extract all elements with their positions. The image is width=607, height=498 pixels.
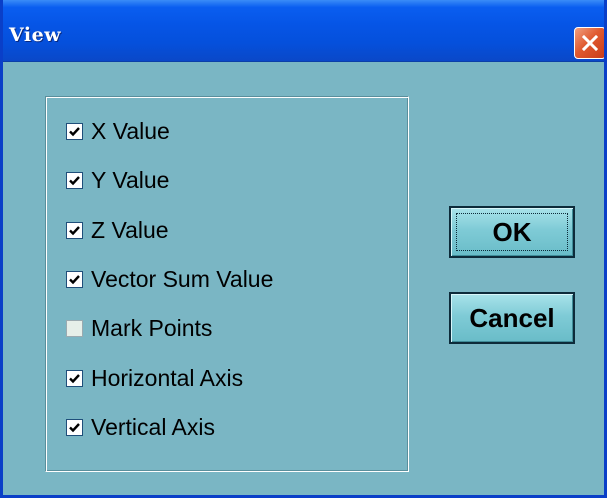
checkbox-mark-points[interactable]: Mark Points <box>66 313 212 343</box>
checkbox-horizontal-axis[interactable]: Horizontal Axis <box>66 363 243 393</box>
view-dialog: View X Value Y Value Z Value Vector Sum … <box>0 0 607 498</box>
checkbox-box[interactable] <box>66 221 83 239</box>
checkbox-x-value[interactable]: X Value <box>66 116 170 146</box>
checkbox-vertical-axis[interactable]: Vertical Axis <box>66 412 215 442</box>
checkmark-icon <box>69 422 80 432</box>
cancel-button[interactable]: Cancel <box>449 292 575 344</box>
ok-button[interactable]: OK <box>449 206 575 258</box>
checkbox-box[interactable] <box>66 171 83 189</box>
checkbox-z-value[interactable]: Z Value <box>66 215 169 245</box>
checkmark-icon <box>69 373 80 383</box>
close-button[interactable] <box>574 27 604 59</box>
checkbox-label: Y Value <box>91 166 170 193</box>
dialog-body: X Value Y Value Z Value Vector Sum Value <box>3 62 604 495</box>
title-bar[interactable]: View <box>3 0 604 62</box>
checkbox-label: Vector Sum Value <box>91 265 274 292</box>
checkbox-vector-sum-value[interactable]: Vector Sum Value <box>66 264 273 294</box>
checkbox-label: X Value <box>91 117 170 144</box>
window-title: View <box>9 24 62 46</box>
checkbox-label: Horizontal Axis <box>91 364 244 391</box>
checkbox-box[interactable] <box>66 270 83 288</box>
close-icon <box>580 33 600 53</box>
checkbox-label: Vertical Axis <box>91 413 215 440</box>
checkmark-icon <box>69 126 80 136</box>
checkbox-box[interactable] <box>66 319 83 337</box>
checkmark-icon <box>69 175 80 185</box>
options-groupbox: X Value Y Value Z Value Vector Sum Value <box>45 96 409 472</box>
checkmark-icon <box>69 225 80 235</box>
checkbox-box[interactable] <box>66 369 83 387</box>
checkbox-label: Mark Points <box>91 314 213 341</box>
checkbox-label: Z Value <box>91 216 169 243</box>
checkbox-y-value[interactable]: Y Value <box>66 165 169 195</box>
checkbox-box[interactable] <box>66 418 83 436</box>
checkbox-box[interactable] <box>66 122 83 140</box>
checkmark-icon <box>69 274 80 284</box>
